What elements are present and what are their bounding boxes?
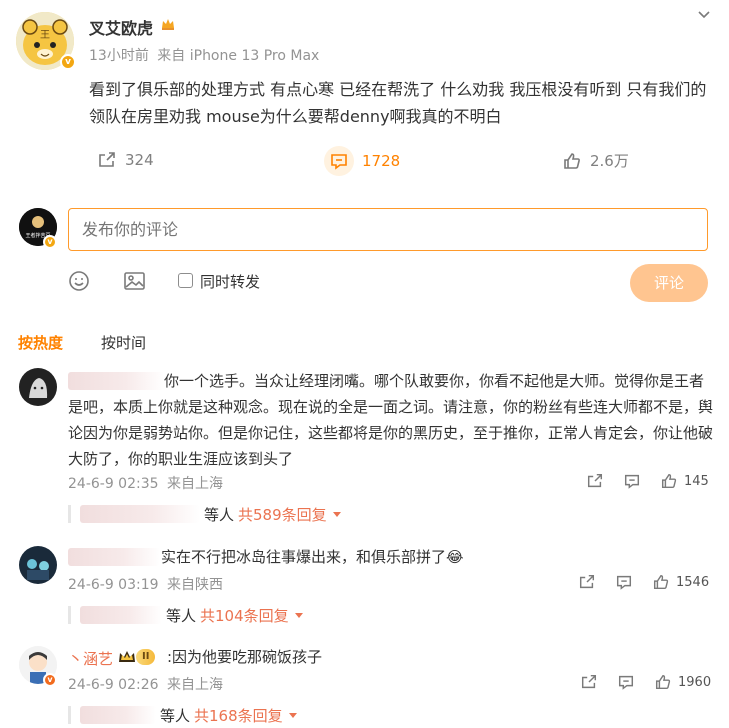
thumbs-up-icon	[653, 574, 669, 590]
submit-comment-button[interactable]: 评论	[630, 264, 708, 302]
comment-meta: 24-6-9 02:26 来自上海	[68, 674, 223, 694]
reply-count-link[interactable]: 共168条回复	[194, 705, 283, 726]
comment-text: :因为他要吃那碗饭孩子	[167, 648, 323, 666]
comment-like-button[interactable]: 145	[660, 472, 709, 490]
comment-location: 来自陕西	[166, 577, 223, 593]
comment-reply-icon[interactable]	[617, 673, 635, 695]
repost-count: 324	[125, 151, 154, 169]
comment-meta: 24-6-9 03:19 来自陕西	[68, 574, 223, 594]
comment-count: 1728	[362, 152, 401, 170]
comment-repost-icon[interactable]	[580, 673, 598, 695]
reply-summary[interactable]: 等人 共104条回复	[166, 605, 303, 626]
tab-time[interactable]: 按时间	[101, 332, 146, 353]
reply-suffix: 等人	[166, 607, 197, 625]
author-name[interactable]: 叉艾欧虎	[89, 15, 153, 39]
repost-checkbox-label[interactable]: 同时转发	[200, 271, 260, 292]
crown-icon	[118, 649, 136, 669]
comment-repost-icon[interactable]	[578, 573, 596, 595]
post-meta: 13小时前 来自 iPhone 13 Pro Max	[89, 45, 319, 65]
comment-icon	[324, 146, 354, 176]
thumbs-up-icon	[655, 674, 671, 690]
post-content: 看到了俱乐部的处理方式 有点心寒 已经在帮洗了 什么劝我 我压根没有听到 只有我…	[89, 80, 707, 126]
emoji-icon[interactable]	[68, 270, 90, 296]
reply-suffix: 等人	[204, 506, 235, 524]
caret-down-icon	[294, 613, 303, 618]
comment-location: 来自上海	[166, 476, 223, 492]
reply-summary[interactable]: 等人 共589条回复	[204, 504, 341, 525]
repost-button[interactable]: 324	[97, 150, 154, 170]
comment-location: 来自上海	[166, 677, 223, 693]
thumbs-up-icon	[661, 473, 677, 489]
reply-divider	[68, 606, 71, 624]
reply-suffix: 等人	[160, 707, 191, 725]
my-verified-badge-icon: v	[43, 235, 57, 249]
comment-meta: 24-6-9 02:35 来自上海	[68, 473, 223, 493]
blurred-replier	[80, 606, 162, 624]
comment-repost-icon[interactable]	[586, 472, 604, 494]
level-badge: II	[136, 649, 156, 665]
like-count: 2.6万	[590, 152, 629, 170]
post-source: 来自 iPhone 13 Pro Max	[157, 48, 320, 64]
blurred-username	[68, 548, 160, 566]
comment-like-count: 1960	[678, 674, 712, 690]
comment-avatar[interactable]	[19, 368, 57, 406]
blurred-replier	[80, 706, 156, 724]
comment-like-count: 145	[684, 473, 709, 489]
comment-avatar[interactable]	[19, 546, 57, 584]
comment-time: 24-6-9 02:26	[68, 677, 159, 693]
comment-text: 你一个选手。当众让经理闭嘴。哪个队敢要你，你看不起他是大师。觉得你是王者是吧，本…	[68, 372, 714, 468]
comment-time: 24-6-9 03:19	[68, 577, 159, 593]
comment-like-button[interactable]: 1546	[652, 573, 709, 591]
image-icon[interactable]	[123, 270, 146, 296]
svg-text:王: 王	[40, 30, 50, 41]
repost-checkbox[interactable]	[178, 273, 193, 288]
caret-down-icon	[332, 512, 341, 517]
verified-badge-icon: v	[60, 54, 76, 70]
reply-count-link[interactable]: 共589条回复	[238, 504, 327, 525]
reply-divider	[68, 505, 71, 523]
comment-like-count: 1546	[676, 574, 710, 590]
comment-reply-icon[interactable]	[623, 472, 641, 494]
blurred-replier	[80, 505, 200, 523]
reply-count-link[interactable]: 共104条回复	[200, 605, 289, 626]
comment-username[interactable]: 丶涵艺	[68, 648, 113, 669]
repost-icon	[99, 152, 115, 167]
comment-text: 实在不行把冰岛往事爆出来，和俱乐部拼了😂	[161, 548, 464, 566]
comment-input[interactable]	[68, 208, 708, 251]
like-button[interactable]: 2.6万	[562, 150, 629, 171]
reply-divider	[68, 706, 71, 724]
comment-time: 24-6-9 02:35	[68, 476, 159, 492]
caret-down-icon	[288, 713, 297, 718]
comment-reply-icon[interactable]	[615, 573, 633, 595]
crown-icon	[160, 16, 176, 36]
comment-button[interactable]: 1728	[324, 146, 400, 176]
reply-summary[interactable]: 等人 共168条回复	[160, 705, 297, 726]
user-verified-badge-icon: v	[43, 673, 57, 687]
comment-like-button[interactable]: 1960	[654, 673, 711, 691]
thumbs-up-icon	[564, 152, 580, 169]
tab-hot[interactable]: 按热度	[18, 332, 63, 353]
post-time[interactable]: 13小时前	[89, 48, 149, 64]
more-options-icon[interactable]	[697, 6, 711, 27]
